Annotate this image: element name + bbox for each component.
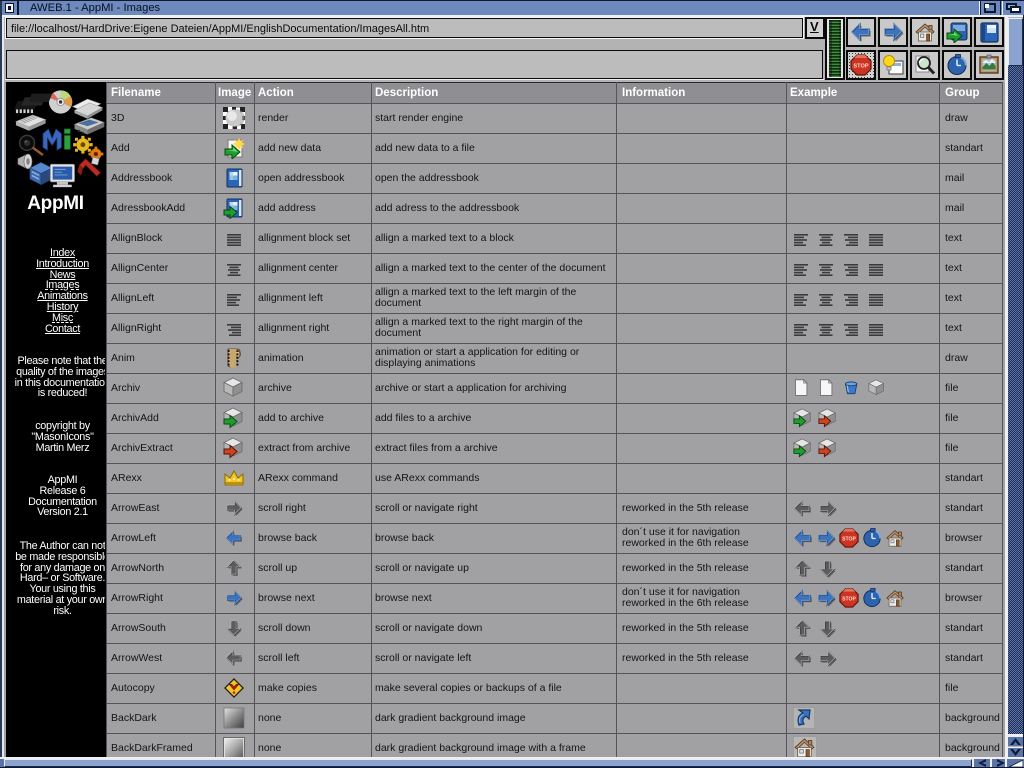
svg-text:STOP: STOP (842, 596, 856, 602)
svg-text:STOP: STOP (853, 64, 868, 70)
svg-text:STOP: STOP (842, 536, 856, 542)
